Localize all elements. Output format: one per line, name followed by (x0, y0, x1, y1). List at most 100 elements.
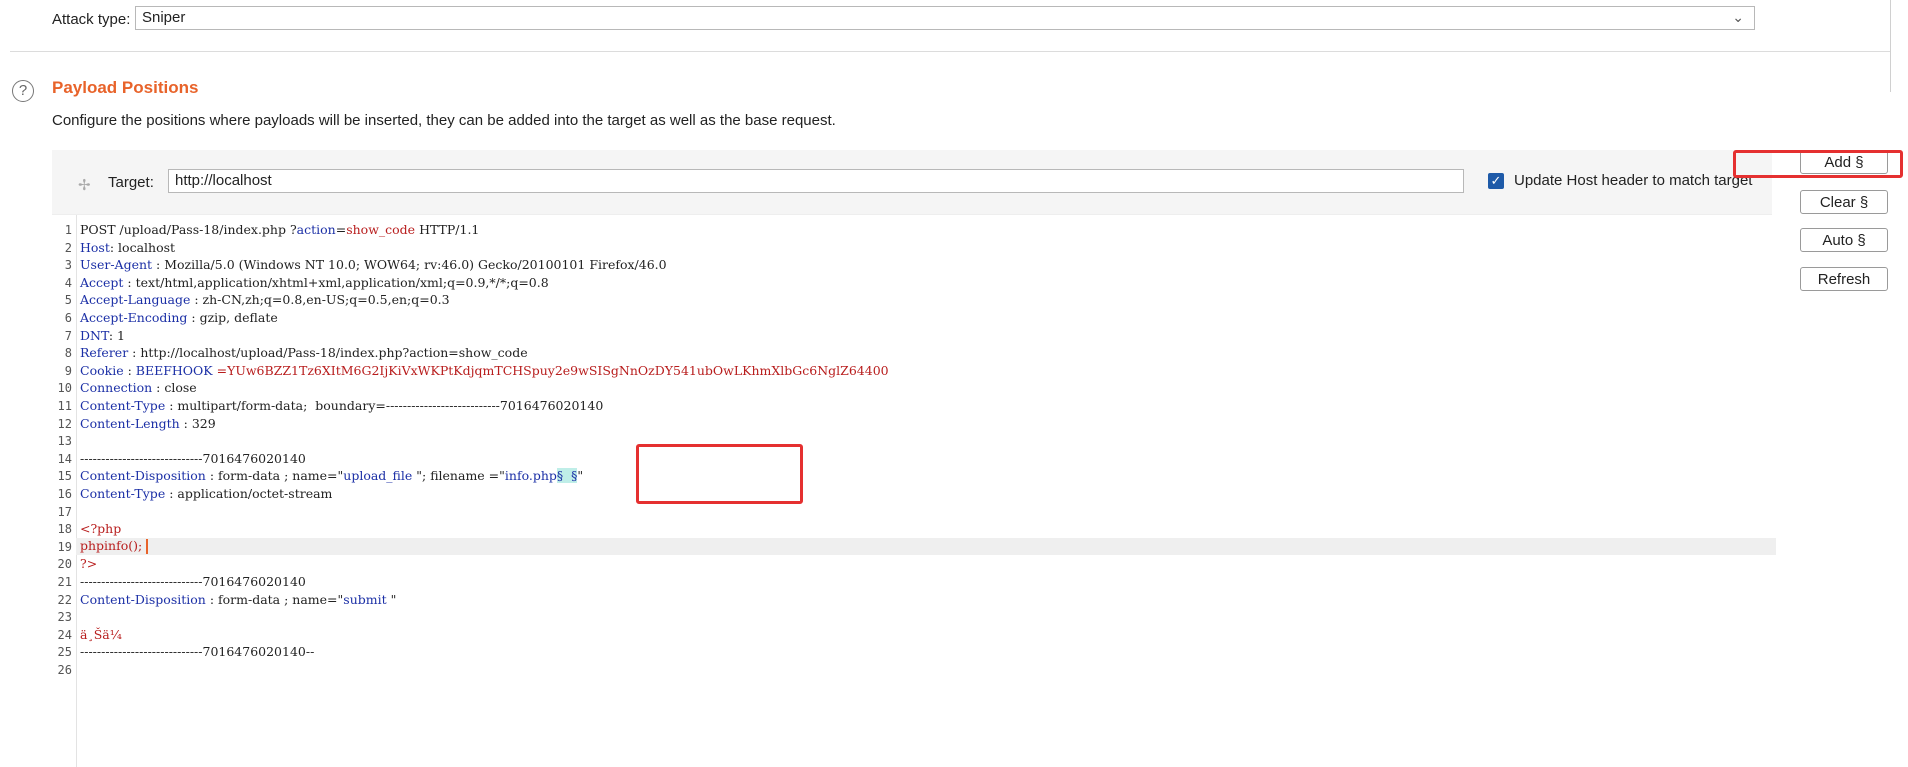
line-number: 9 (64, 363, 72, 378)
header-key: Accept (80, 274, 124, 290)
scrollbar-track (1890, 0, 1891, 92)
line-number: 17 (57, 504, 72, 519)
header-key: Content-Disposition (80, 591, 206, 607)
code-text: : form-data ; name=" (205, 468, 344, 484)
header-value: : text/html,application/xhtml+xml,applic… (123, 274, 549, 290)
code-text: : form-data ; name=" (205, 591, 344, 607)
boundary-line: -----------------------------70164760201… (80, 450, 306, 466)
header-value: : application/octet-stream (165, 486, 333, 501)
line-number: 4 (64, 275, 72, 290)
divider (10, 51, 1890, 52)
field-name: upload_file (343, 468, 413, 484)
header-key: Accept-Encoding (80, 310, 188, 325)
target-value: http://localhost (175, 172, 272, 189)
header-key: Cookie (80, 362, 124, 378)
header-key: Content-Type (80, 398, 166, 413)
header-connection: Connection : close (80, 380, 197, 395)
code-param: action (296, 222, 336, 237)
target-input[interactable]: http://localhost (168, 169, 1464, 193)
content-disposition-submit: Content-Disposition : form-data ; name="… (80, 592, 396, 607)
header-value: : localhost (109, 239, 176, 255)
line-number: 15 (57, 469, 72, 484)
header-value: : multipart/form-data; boundary=--------… (165, 398, 604, 413)
code-text: = (335, 222, 347, 237)
header-key: DNT (80, 327, 109, 343)
attack-type-label: Attack type: (52, 10, 131, 28)
attack-type-value: Sniper (142, 9, 186, 26)
line-number: 22 (57, 592, 72, 607)
line-number: 25 (57, 645, 72, 660)
line-number: 23 (57, 610, 72, 625)
update-host-checkbox[interactable]: ✓ (1488, 172, 1504, 189)
section-title: Payload Positions (52, 78, 199, 97)
header-user-agent: User-Agent : Mozilla/5.0 (Windows NT 10.… (80, 257, 667, 272)
line-number-gutter: 1 2 3 4 5 6 7 8 9 10 11 12 13 14 15 16 1… (52, 215, 77, 767)
highlight-box (1733, 150, 1903, 178)
code-text: HTTP/1.1 (415, 222, 480, 237)
line-number: 14 (57, 451, 72, 466)
boundary-end-line: -----------------------------70164760201… (80, 644, 315, 660)
line-number: 13 (57, 434, 72, 449)
line-number: 7 (64, 328, 72, 343)
update-host-label: Update Host header to match target (1514, 172, 1753, 189)
header-content-length: Content-Length : 329 (80, 416, 216, 431)
line-number: 26 (57, 663, 72, 677)
code-text: " (386, 591, 397, 607)
header-value: : (123, 362, 136, 378)
line-number: 12 (57, 416, 72, 431)
code-text: POST /upload/Pass-18/index.php ? (80, 222, 297, 237)
field-name: submit (343, 591, 387, 607)
content-disposition-file: Content-Disposition : form-data ; name="… (80, 468, 584, 484)
help-icon[interactable]: ? (12, 80, 34, 102)
header-key: User-Agent (80, 257, 153, 273)
line-number: 3 (64, 258, 72, 273)
line-number: 24 (57, 627, 72, 642)
header-key: Content-Length (80, 415, 180, 431)
update-host-option[interactable]: ✓ Update Host header to match target (1488, 172, 1752, 189)
line-number: 2 (64, 240, 72, 255)
header-accept-encoding: Accept-Encoding : gzip, deflate (80, 310, 278, 325)
header-content-type: Content-Type : multipart/form-data; boun… (80, 398, 603, 413)
auto-markers-button[interactable]: Auto § (1800, 228, 1888, 252)
code-text: " (577, 468, 584, 484)
move-icon[interactable]: ✢ (78, 176, 91, 194)
header-key: Accept-Language (80, 292, 191, 308)
header-value: : close (152, 380, 197, 396)
text-cursor (146, 539, 149, 555)
header-accept: Accept : text/html,application/xhtml+xml… (80, 275, 549, 290)
php-code: phpinfo(); (80, 538, 143, 554)
cookie-value: YUw6BZZ1Tz6XItM6G2IjKiVxWKPtKdjqmTCHSpuy… (227, 362, 889, 378)
boundary-line: -----------------------------70164760201… (80, 574, 306, 589)
header-cookie: Cookie : BEEFHOOK =YUw6BZZ1Tz6XItM6G2IjK… (80, 363, 889, 378)
header-key: Connection (80, 380, 153, 396)
header-key: Content-Disposition (80, 468, 206, 484)
line-number: 11 (57, 399, 72, 413)
line-number: 5 (64, 293, 72, 308)
line-number: 18 (57, 522, 72, 537)
line-number: 6 (64, 311, 72, 325)
php-close-tag: ?> (80, 556, 98, 572)
line-number: 16 (57, 487, 72, 501)
highlight-box (636, 444, 803, 504)
header-value: : gzip, deflate (187, 310, 278, 325)
code-text: = (212, 362, 228, 378)
header-referer: Referer : http://localhost/upload/Pass-1… (80, 345, 528, 360)
header-accept-language: Accept-Language : zh-CN,zh;q=0.8,en-US;q… (80, 292, 450, 307)
header-value: : http://localhost/upload/Pass-18/index.… (128, 345, 528, 361)
filename-value: info.php (504, 468, 557, 484)
refresh-button[interactable]: Refresh (1800, 267, 1888, 291)
content-type-file: Content-Type : application/octet-stream (80, 486, 332, 501)
header-key: Content-Type (80, 486, 166, 501)
line-number: 1 (64, 223, 72, 237)
attack-type-select[interactable]: Sniper ⌄ (135, 6, 1755, 30)
payload-marker[interactable]: § § (556, 468, 578, 484)
header-value: : Mozilla/5.0 (Windows NT 10.0; WOW64; r… (152, 257, 667, 273)
clear-markers-button[interactable]: Clear § (1800, 190, 1888, 214)
header-value: : 329 (179, 415, 216, 431)
target-label: Target: (108, 174, 154, 191)
line-number: 21 (57, 575, 72, 589)
header-key: Host (80, 239, 110, 255)
header-dnt: DNT: 1 (80, 328, 125, 343)
request-editor[interactable]: 1 2 3 4 5 6 7 8 9 10 11 12 13 14 15 16 1… (52, 214, 1776, 767)
line-number: 8 (64, 346, 72, 361)
